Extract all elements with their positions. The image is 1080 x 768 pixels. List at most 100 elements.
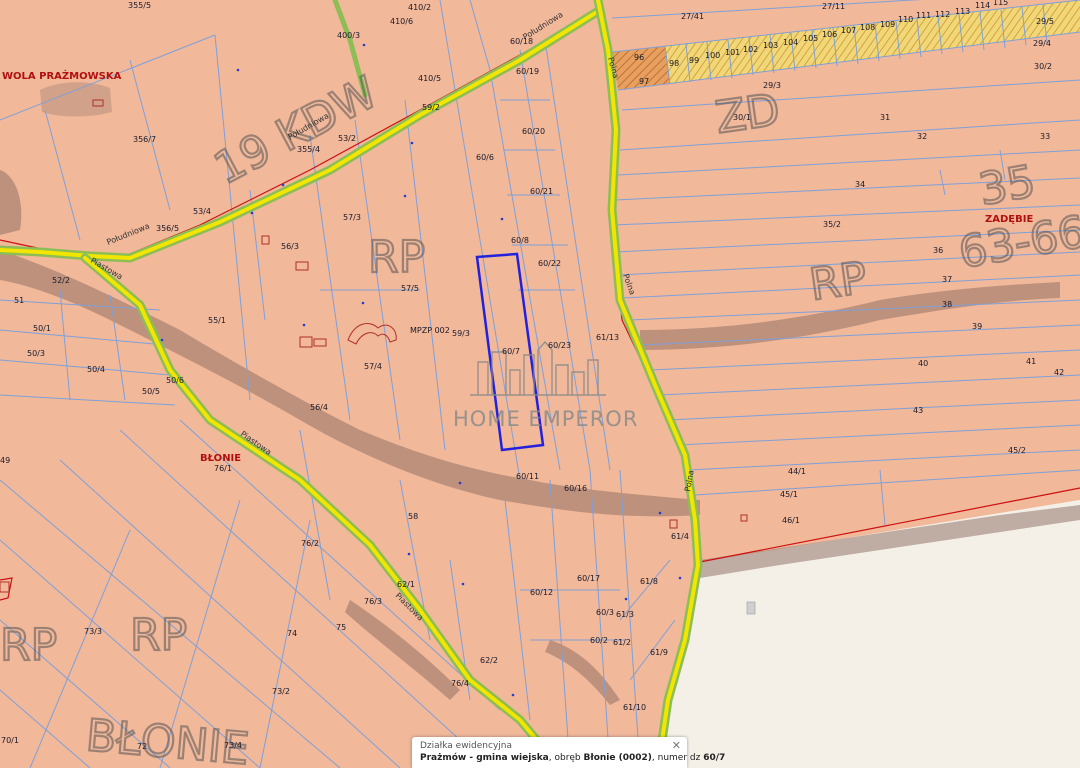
parcel-label: 30/2 (1034, 62, 1052, 71)
info-numer: 60/7 (703, 753, 726, 763)
parcel-label: 52/2 (52, 276, 70, 285)
parcel-label: 108 (860, 23, 875, 32)
parcel-label: 39 (972, 322, 982, 331)
parcel-label: 60/19 (516, 67, 539, 76)
parcel-label: 45/1 (780, 490, 798, 499)
parcel-label: 61/4 (671, 532, 689, 541)
parcel-label: 49 (0, 456, 10, 465)
parcel-label: 115 (993, 0, 1008, 7)
parcel-info-panel: Działka ewidencyjna Prażmów - gmina wiej… (412, 737, 725, 768)
parcel-label: 32 (917, 132, 927, 141)
parcel-label: 356/7 (133, 135, 156, 144)
parcel-label: 76/3 (364, 597, 382, 606)
info-gmina: Prażmów - gmina wiejska (420, 753, 549, 763)
parcel-label: 114 (975, 1, 990, 10)
parcel-label: 75 (336, 623, 346, 632)
parcel-label: 42 (1054, 368, 1064, 377)
hand-rp-right: RP (806, 252, 870, 310)
parcel-label: 98 (669, 59, 679, 68)
hand-rp-bottom: RP (130, 610, 187, 661)
parcel-label: 61/2 (613, 638, 631, 647)
parcel-label: 101 (725, 48, 740, 57)
parcel-label: 100 (705, 51, 720, 60)
parcel-label: 60/22 (538, 259, 561, 268)
parcel-label: 57/5 (401, 284, 419, 293)
parcel-label: 34 (855, 180, 865, 189)
parcel-label: 60/8 (511, 236, 529, 245)
parcel-label: 76/4 (451, 679, 469, 688)
parcel-label: 53/2 (338, 134, 356, 143)
parcel-label: 70/1 (1, 736, 19, 745)
parcel-label: 60/16 (564, 484, 587, 493)
parcel-label: 51 (14, 296, 24, 305)
parcel-label: 110 (898, 15, 913, 24)
parcel-label: 30/1 (733, 113, 751, 122)
parcel-label: 61/10 (623, 703, 646, 712)
parcel-label: 46/1 (782, 516, 800, 525)
parcel-label: 355/4 (297, 145, 320, 154)
parcel-label: 27/41 (681, 12, 704, 21)
parcel-label: 29/3 (763, 81, 781, 90)
parcel-label: 113 (955, 7, 970, 16)
parcel-label: 60/6 (476, 153, 494, 162)
parcel-label: 45/2 (1008, 446, 1026, 455)
parcel-label: 104 (783, 38, 798, 47)
parcel-label: 61/3 (616, 610, 634, 619)
parcel-label: 62/2 (480, 656, 498, 665)
parcel-label: 55/1 (208, 316, 226, 325)
parcel-label: 57/3 (343, 213, 361, 222)
parcel-label: 410/2 (408, 3, 431, 12)
parcel-label: 56/4 (310, 403, 328, 412)
parcel-label: 36 (933, 246, 943, 255)
parcel-label: 57/4 (364, 362, 382, 371)
hand-35: 35 (975, 156, 1039, 216)
parcel-label: 53/4 (193, 207, 211, 216)
small-marker (746, 601, 756, 615)
parcel-label: 60/2 (590, 636, 608, 645)
parcel-label: 60/17 (577, 574, 600, 583)
parcel-label: 50/6 (166, 376, 184, 385)
parcel-label: 60/3 (596, 608, 614, 617)
parcel-label: 29/5 (1036, 17, 1054, 26)
place-wola-prazmowska: WOLA PRAŻMOWSKA (2, 68, 122, 82)
parcel-label: 111 (916, 11, 931, 20)
parcel-label: 97 (639, 77, 649, 86)
parcel-label: 29/4 (1033, 39, 1051, 48)
parcel-label: 43 (913, 406, 923, 415)
close-icon[interactable]: ✕ (672, 739, 681, 752)
info-obreb: Błonie (0002) (583, 753, 652, 763)
parcel-label: 76/2 (301, 539, 319, 548)
parcel-label: 99 (689, 56, 699, 65)
parcel-label: 50/3 (27, 349, 45, 358)
parcel-label: 355/5 (128, 1, 151, 10)
parcel-label: 74 (287, 629, 297, 638)
parcel-label: 60/12 (530, 588, 553, 597)
parcel-label: 38 (942, 300, 952, 309)
parcel-label: 59/3 (452, 329, 470, 338)
parcel-label: 62/1 (397, 580, 415, 589)
hand-rp-left: RP (0, 620, 57, 671)
parcel-label: 33 (1040, 132, 1050, 141)
parcel-label: 60/23 (548, 341, 571, 350)
parcel-label: 41 (1026, 357, 1036, 366)
place-blonie: BŁONIE (200, 453, 241, 464)
parcel-label: 106 (822, 30, 837, 39)
parcel-label: 410/5 (418, 74, 441, 83)
parcel-label: 44/1 (788, 467, 806, 476)
parcel-label: 40 (918, 359, 928, 368)
parcel-label: 27/11 (822, 2, 845, 11)
parcel-label: 50/4 (87, 365, 105, 374)
parcel-label: 59/2 (422, 103, 440, 112)
info-numer-label: , numer dz (651, 753, 704, 763)
parcel-label: 103 (763, 41, 778, 50)
parcel-label: 58 (408, 512, 418, 521)
parcel-label: 410/6 (390, 17, 413, 26)
cadastral-map[interactable]: 19 KDW ZD RP RP RP RP 35 63-66 BŁONIE HO… (0, 0, 1080, 768)
parcel-label: 37 (942, 275, 952, 284)
parcel-label: 73/4 (224, 741, 242, 750)
parcel-label: 31 (880, 113, 890, 122)
hand-rp-center: RP (368, 232, 425, 283)
parcel-label: 400/3 (337, 31, 360, 40)
parcel-label: 61/13 (596, 333, 619, 342)
parcel-label: 60/18 (510, 37, 533, 46)
